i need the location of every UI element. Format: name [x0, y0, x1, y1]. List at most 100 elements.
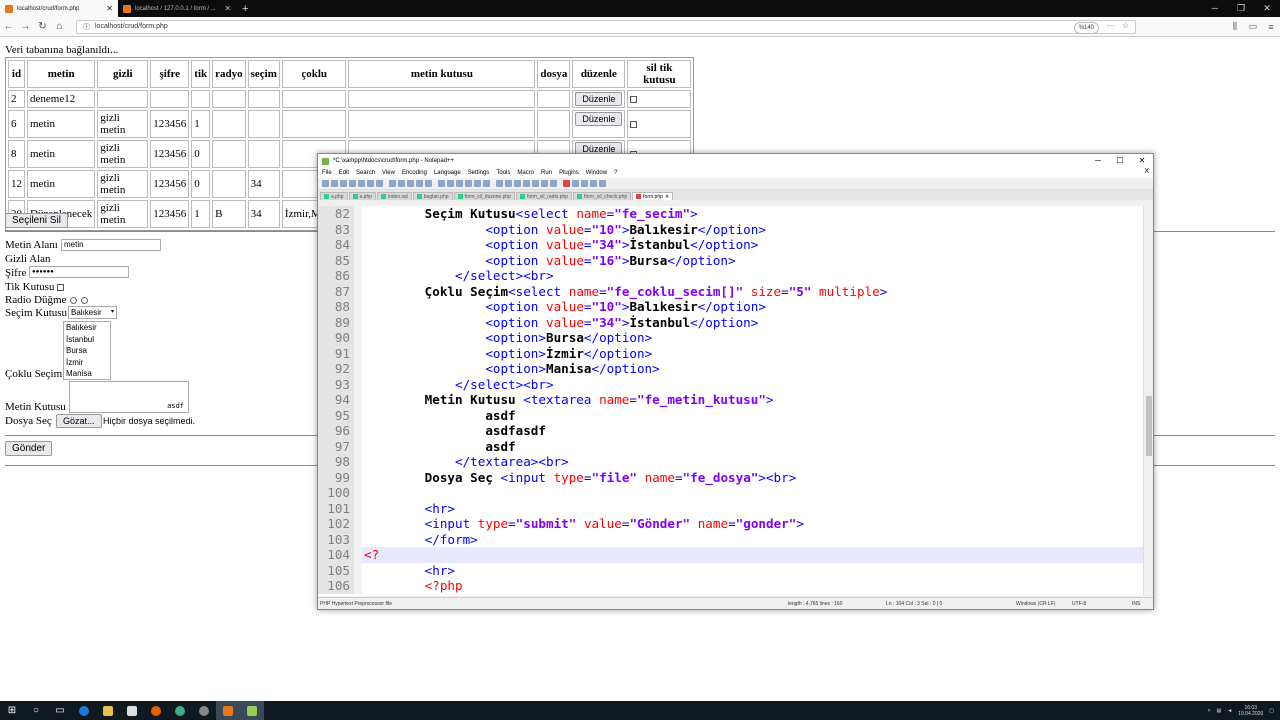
- new-tab-button[interactable]: +: [236, 0, 254, 17]
- menu-icon[interactable]: ≡: [1262, 22, 1280, 32]
- close-tab-icon[interactable]: ✕: [665, 194, 669, 200]
- close-tab-icon[interactable]: ✕: [224, 4, 231, 13]
- notification-icon[interactable]: ▢: [1269, 708, 1274, 714]
- code-line[interactable]: 102 <input type="submit" value="Gönder" …: [318, 516, 1144, 532]
- fold-margin[interactable]: [354, 485, 362, 501]
- info-icon[interactable]: ⓘ: [83, 22, 90, 32]
- menu-file[interactable]: File: [322, 170, 332, 176]
- replace-icon[interactable]: [447, 180, 454, 187]
- clock[interactable]: 16:03 19.04.2020: [1238, 705, 1263, 717]
- code-editor[interactable]: 82 Seçim Kutusu<select name="fe_secim"> 8…: [318, 206, 1144, 596]
- fold-margin[interactable]: [354, 221, 362, 237]
- code-line[interactable]: 100: [318, 485, 1144, 501]
- page-actions-icon[interactable]: ···: [1107, 21, 1115, 30]
- fold-margin[interactable]: [354, 500, 362, 516]
- doc-map-icon[interactable]: [523, 180, 530, 187]
- npp-tab-active[interactable]: form.php ✕: [632, 192, 674, 200]
- npp-tab[interactable]: index.sql: [377, 192, 412, 200]
- sifre-input[interactable]: ●●●●●●: [29, 266, 129, 278]
- npp-minimize-button[interactable]: ─: [1087, 154, 1109, 168]
- npp-tab[interactable]: a.php: [348, 192, 377, 200]
- fold-margin[interactable]: [354, 345, 362, 361]
- print-icon[interactable]: [376, 180, 383, 187]
- menu-macro[interactable]: Macro: [517, 170, 534, 176]
- tik-checkbox[interactable]: [57, 283, 65, 291]
- fold-margin[interactable]: [354, 454, 362, 470]
- code-line[interactable]: 93 </select><br>: [318, 376, 1144, 392]
- browser-tab-phpmyadmin[interactable]: localhost / 127.0.0.1 / form / ... ✕: [118, 0, 236, 17]
- close-all-icon[interactable]: [367, 180, 374, 187]
- menu-plugins[interactable]: Plugins: [559, 170, 579, 176]
- code-line[interactable]: 87 Çoklu Seçim<select name="fe_coklu_sec…: [318, 283, 1144, 299]
- code-line[interactable]: 95 asdf: [318, 407, 1144, 423]
- code-line[interactable]: 84 <option value="34">İstanbul</option>: [318, 237, 1144, 253]
- fold-margin[interactable]: [354, 268, 362, 284]
- close-tab-icon[interactable]: ✕: [106, 4, 113, 13]
- open-file-icon[interactable]: [331, 180, 338, 187]
- forward-icon[interactable]: →: [17, 21, 34, 32]
- menu-window[interactable]: Window: [586, 170, 607, 176]
- url-bar[interactable]: ⓘ localhost/crud/form.php %140 ··· ☆: [76, 19, 1136, 34]
- fold-margin[interactable]: [354, 469, 362, 485]
- browser-tab-form[interactable]: localhost/crud/form.php ✕: [0, 0, 118, 17]
- chrome-icon[interactable]: [168, 701, 192, 720]
- record-macro-icon[interactable]: [563, 180, 570, 187]
- fold-margin[interactable]: [354, 206, 362, 222]
- code-line[interactable]: 88 <option value="10">Balıkesir</option>: [318, 299, 1144, 315]
- notepadpp-taskbar-icon[interactable]: [240, 701, 264, 720]
- npp-close-button[interactable]: ✕: [1131, 154, 1153, 168]
- code-line[interactable]: 90 <option>Bursa</option>: [318, 330, 1144, 346]
- code-line[interactable]: 103 </form>: [318, 531, 1144, 547]
- save-macro-icon[interactable]: [599, 180, 606, 187]
- code-line[interactable]: 97 asdf: [318, 438, 1144, 454]
- code-line[interactable]: 105 <hr>: [318, 562, 1144, 578]
- new-file-icon[interactable]: [322, 180, 329, 187]
- fold-margin[interactable]: [354, 283, 362, 299]
- sync-v-icon[interactable]: [474, 180, 481, 187]
- menu-search[interactable]: Search: [356, 170, 375, 176]
- find-icon[interactable]: [438, 180, 445, 187]
- metin-input[interactable]: metin: [61, 239, 161, 251]
- code-line[interactable]: 99 Dosya Seç <input type="file" name="fe…: [318, 469, 1144, 485]
- npp-tab[interactable]: form_sil_check.php: [573, 192, 632, 200]
- npp-tab[interactable]: baglan.php: [412, 192, 453, 200]
- close-document-icon[interactable]: X: [1144, 168, 1149, 175]
- radio-button-a[interactable]: [70, 296, 78, 304]
- code-line[interactable]: 91 <option>İzmir</option>: [318, 345, 1144, 361]
- app-icon[interactable]: [192, 701, 216, 720]
- indent-guide-icon[interactable]: [514, 180, 521, 187]
- paste-icon[interactable]: [407, 180, 414, 187]
- fold-margin[interactable]: [354, 361, 362, 377]
- network-icon[interactable]: ▤: [1217, 708, 1222, 714]
- code-line[interactable]: 92 <option>Manisa</option>: [318, 361, 1144, 377]
- edit-button[interactable]: Düzenle: [575, 112, 623, 126]
- code-line[interactable]: 101 <hr>: [318, 500, 1144, 516]
- folder-workspace-icon[interactable]: [541, 180, 548, 187]
- close-window-button[interactable]: ✕: [1254, 0, 1280, 17]
- task-view-icon[interactable]: ▭: [48, 701, 72, 720]
- back-icon[interactable]: ←: [0, 21, 17, 32]
- wrap-icon[interactable]: [496, 180, 503, 187]
- delete-checkbox[interactable]: [630, 120, 638, 128]
- browse-button[interactable]: Gözat...: [56, 414, 102, 428]
- firefox-icon[interactable]: [144, 701, 168, 720]
- monitor-icon[interactable]: [550, 180, 557, 187]
- listbox-option[interactable]: İzmir: [66, 357, 110, 369]
- listbox-option[interactable]: İstanbul: [66, 334, 110, 346]
- fold-margin[interactable]: [354, 392, 362, 408]
- delete-selected-button[interactable]: Seçileni Sil: [5, 213, 68, 228]
- xampp-taskbar-icon[interactable]: [216, 701, 240, 720]
- listbox-option[interactable]: Bursa: [66, 345, 110, 357]
- fold-margin[interactable]: [354, 376, 362, 392]
- code-line[interactable]: 83 <option value="10">Balıkesir</option>: [318, 221, 1144, 237]
- library-icon[interactable]: ⫼: [1226, 21, 1244, 32]
- store-icon[interactable]: [120, 701, 144, 720]
- npp-tab[interactable]: form_sil_radio.php: [515, 192, 573, 200]
- function-list-icon[interactable]: [532, 180, 539, 187]
- edit-button[interactable]: Düzenle: [575, 92, 623, 106]
- zoom-badge[interactable]: %140: [1073, 21, 1099, 34]
- code-line[interactable]: 86 </select><br>: [318, 268, 1144, 284]
- undo-icon[interactable]: [416, 180, 423, 187]
- code-line[interactable]: 82 Seçim Kutusu<select name="fe_secim">: [318, 206, 1144, 222]
- fold-margin[interactable]: [354, 299, 362, 315]
